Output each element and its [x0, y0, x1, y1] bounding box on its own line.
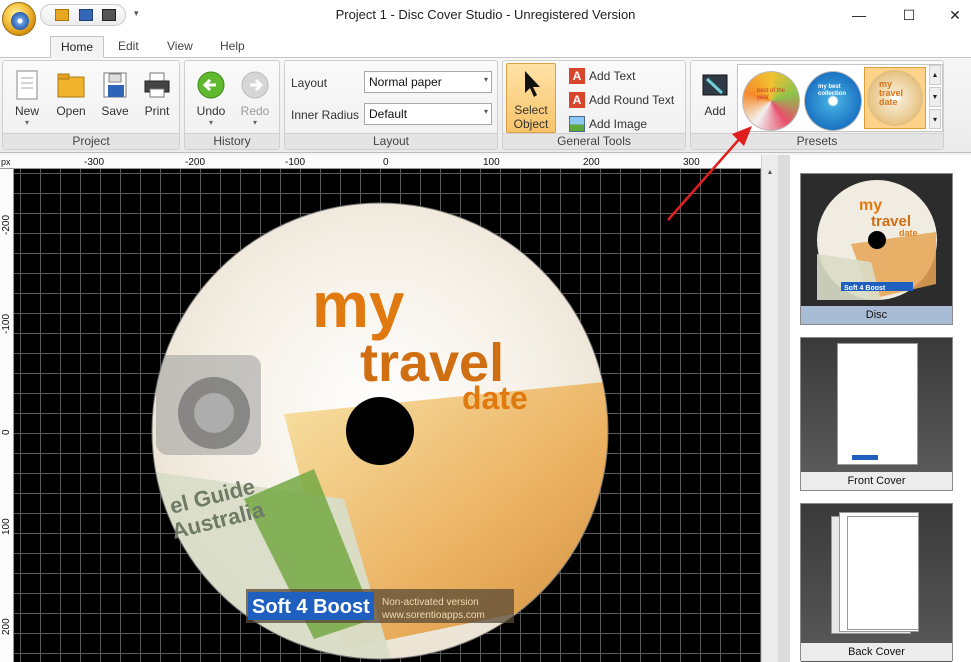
- preset-thumb-travel-selected[interactable]: my travel date: [864, 67, 926, 129]
- watermark-line-2: www.sorentioapps.com: [381, 610, 485, 621]
- scroll-up-arrow[interactable]: ▲: [764, 169, 776, 181]
- undo-icon: [197, 71, 225, 99]
- redo-dropdown-caret[interactable]: ▾: [233, 118, 277, 128]
- add-image-button[interactable]: Add Image: [569, 114, 647, 134]
- front-cover-page: [837, 343, 918, 465]
- general-tools-group: Select Object A Add Text A Add Round Tex…: [502, 60, 686, 150]
- minimize-button[interactable]: —: [836, 0, 882, 30]
- tab-help[interactable]: Help: [210, 36, 255, 58]
- layout-group: Layout Normal paper ▾ Inner Radius Defaul…: [284, 60, 498, 150]
- redo-icon: [241, 71, 269, 99]
- undo-dropdown-caret[interactable]: ▾: [189, 118, 233, 128]
- preset-thumb-best-collection[interactable]: my best collection: [804, 71, 862, 131]
- gallery-scroll-up[interactable]: ▲: [929, 65, 941, 85]
- open-folder-icon: [57, 73, 85, 98]
- gallery-expand[interactable]: ▾: [929, 109, 941, 129]
- project-group-label: Project: [3, 133, 179, 149]
- cursor-arrow-icon: [525, 71, 540, 97]
- new-button[interactable]: New ▾: [5, 65, 49, 131]
- canvas-vertical-scrollbar[interactable]: ▲: [761, 155, 778, 662]
- tab-edit[interactable]: Edit: [108, 36, 149, 58]
- ruler-tick: -300: [84, 157, 105, 168]
- ruler-tick: 0: [383, 157, 389, 168]
- history-group: Undo ▾ Redo ▾ History: [184, 60, 280, 150]
- svg-text:my: my: [859, 197, 882, 214]
- disc-icon: [11, 12, 29, 30]
- add-text-button[interactable]: A Add Text: [569, 66, 635, 86]
- ruler-tick: -200: [185, 157, 206, 168]
- page-label-front-cover: Front Cover: [801, 472, 952, 490]
- text-a-icon: A: [569, 68, 585, 84]
- ruler-unit: px: [1, 157, 11, 167]
- disc-thumbnail: my travel date Soft 4 Boost: [817, 180, 937, 300]
- add-preset-icon: [702, 74, 728, 96]
- undo-button[interactable]: Undo ▾: [189, 65, 233, 131]
- ruler-tick: 100: [483, 157, 500, 168]
- save-icon: [103, 72, 127, 98]
- vertical-ruler: -200 -100 0 100 200: [0, 169, 14, 662]
- history-group-label: History: [185, 133, 279, 149]
- pages-panel: my travel date Soft 4 Boost Disc Front C…: [790, 155, 971, 662]
- tab-home[interactable]: Home: [50, 36, 105, 58]
- panel-splitter[interactable]: [778, 155, 790, 662]
- back-cover-page: [847, 516, 919, 630]
- design-canvas[interactable]: my travel date el Guide Australia Soft 4…: [14, 169, 761, 662]
- svg-text:date: date: [899, 228, 918, 238]
- disc-artwork[interactable]: my travel date el Guide Australia Soft 4…: [14, 169, 761, 662]
- close-button[interactable]: ✕: [932, 0, 971, 30]
- add-round-text-button[interactable]: A Add Round Text: [569, 90, 674, 110]
- ruler-tick: 100: [1, 518, 12, 535]
- chevron-down-icon: ▾: [483, 107, 488, 116]
- ribbon: New ▾ Open Save Print Project Undo ▾ Red…: [0, 58, 971, 153]
- disc-center-hole: [346, 397, 414, 465]
- printer-icon: [144, 72, 170, 98]
- window-title: Project 1 - Disc Cover Studio - Unregist…: [335, 7, 636, 22]
- app-menu-button[interactable]: [2, 2, 36, 36]
- annotation-arrow-icon: [667, 126, 752, 221]
- layout-select[interactable]: Normal paper ▾: [364, 71, 492, 93]
- horizontal-ruler: px -300 -200 -100 0 100 200 300: [0, 155, 761, 169]
- inner-radius-select[interactable]: Default ▾: [364, 103, 492, 125]
- ruler-tick: -100: [285, 157, 306, 168]
- project-group: New ▾ Open Save Print Project: [2, 60, 180, 150]
- chevron-down-icon: ▾: [483, 75, 488, 84]
- preset-gallery: best of the year my best collection my t…: [737, 64, 943, 132]
- page-thumb-disc[interactable]: my travel date Soft 4 Boost Disc: [800, 173, 953, 325]
- gallery-scroll-down[interactable]: ▼: [929, 87, 941, 107]
- disc-title-date[interactable]: date: [462, 380, 528, 416]
- image-icon: [569, 116, 585, 132]
- maximize-button[interactable]: ☐: [886, 0, 932, 30]
- new-document-icon: [16, 70, 38, 100]
- page-label-back-cover: Back Cover: [801, 643, 952, 661]
- open-button[interactable]: Open: [49, 65, 93, 131]
- watermark-line-1: Non-activated version: [382, 597, 479, 608]
- title-bar: ▾ Project 1 - Disc Cover Studio - Unregi…: [0, 0, 971, 36]
- svg-text:Soft 4 Boost: Soft 4 Boost: [844, 285, 886, 292]
- redo-button[interactable]: Redo ▾: [233, 65, 277, 131]
- new-dropdown-caret[interactable]: ▾: [5, 118, 49, 128]
- ruler-tick: -200: [1, 214, 12, 235]
- page-thumb-back-cover[interactable]: Back Cover: [800, 503, 953, 662]
- ribbon-tabs: Home Edit View Help: [0, 32, 971, 58]
- tab-view[interactable]: View: [157, 36, 203, 58]
- layout-group-label: Layout: [285, 133, 497, 149]
- page-thumb-front-cover[interactable]: Front Cover: [800, 337, 953, 491]
- ruler-tick: 200: [1, 618, 12, 635]
- ruler-tick: 0: [1, 429, 12, 435]
- inner-radius-label: Inner Radius: [291, 108, 360, 122]
- ruler-tick: -100: [1, 313, 12, 334]
- page-label-disc: Disc: [801, 306, 952, 324]
- general-tools-group-label: General Tools: [503, 133, 685, 149]
- soft4boost-logo: Soft 4 Boost: [252, 596, 370, 618]
- save-button[interactable]: Save: [93, 65, 137, 131]
- ruler-tick: 200: [583, 157, 600, 168]
- disc-title-my[interactable]: my: [312, 269, 405, 341]
- round-text-icon: A: [569, 92, 585, 108]
- layout-field-label: Layout: [291, 76, 328, 90]
- print-button[interactable]: Print: [135, 65, 179, 131]
- select-object-button[interactable]: Select Object: [506, 63, 556, 133]
